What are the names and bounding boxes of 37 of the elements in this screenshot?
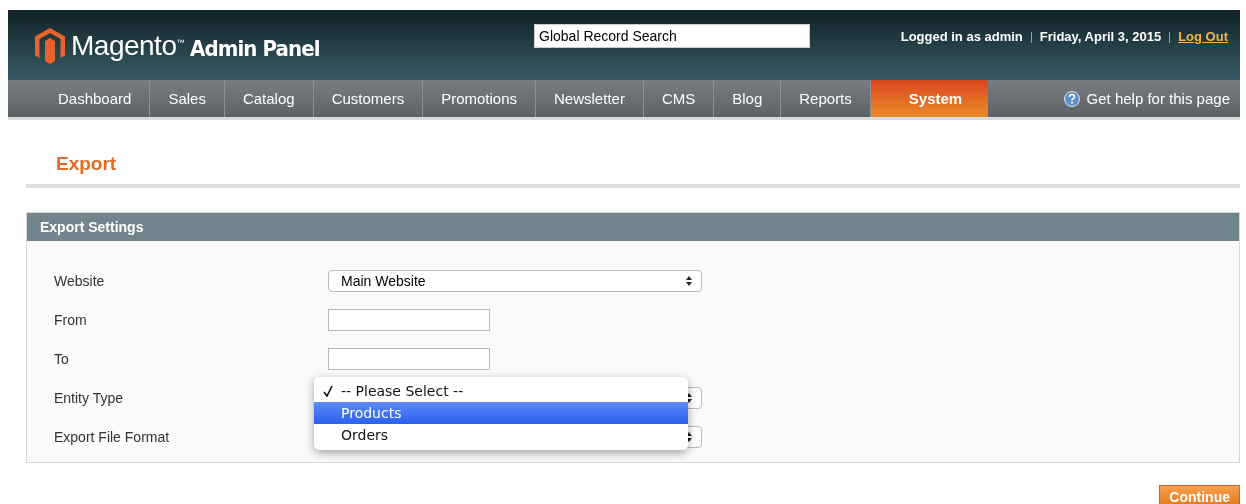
select-arrows-icon [685,274,693,287]
select-field[interactable]: Main Website [328,269,702,292]
nav-tab[interactable]: System [870,80,989,117]
nav-tab[interactable]: Dashboard [40,80,151,117]
help-link[interactable]: Get help for this page [1063,80,1230,117]
nav-tab[interactable]: CMS [643,80,715,117]
nav-tab[interactable]: Sales [150,80,225,117]
logo-icon [35,28,65,64]
logout-link[interactable]: Log Out [1178,29,1228,44]
help-icon [1063,90,1080,107]
input-field[interactable] [328,347,490,370]
field-label: To [54,350,70,367]
field-label: Export File Format [54,428,171,445]
nav-tab[interactable]: Customers [313,80,424,117]
continue-button[interactable]: Continue [1159,485,1240,504]
brand-name: Magento$^{™}$ [71,30,184,62]
field-label: From [54,311,88,328]
field-label: Website [54,272,106,289]
nav-tab[interactable]: Reports [781,80,871,117]
select-arrows-icon [685,391,693,404]
input-field[interactable] [328,308,490,331]
nav-tab[interactable]: Newsletter [536,80,644,117]
product-name: Admin Panel [189,35,320,61]
page-title: Export [56,153,118,175]
field-label: Entity Type [54,389,124,406]
select-arrows-icon [685,430,693,443]
nav-tab[interactable]: Blog [714,80,782,117]
dropdown-option[interactable]: Products [314,401,688,424]
dropdown-option[interactable]: Orders [314,423,688,446]
date-text: Friday, April 3, 2015 [1039,29,1162,44]
nav-tab[interactable]: Catalog [224,80,314,117]
user-status: Logged in as admin [900,29,1023,44]
dropdown-option[interactable]: -- Please Select -- [314,379,688,402]
checkmark-icon [322,384,333,397]
search-field[interactable]: Global Record Search [534,24,811,48]
nav-tab[interactable]: Promotions [423,80,537,117]
panel-header: Export Settings [27,213,1239,241]
